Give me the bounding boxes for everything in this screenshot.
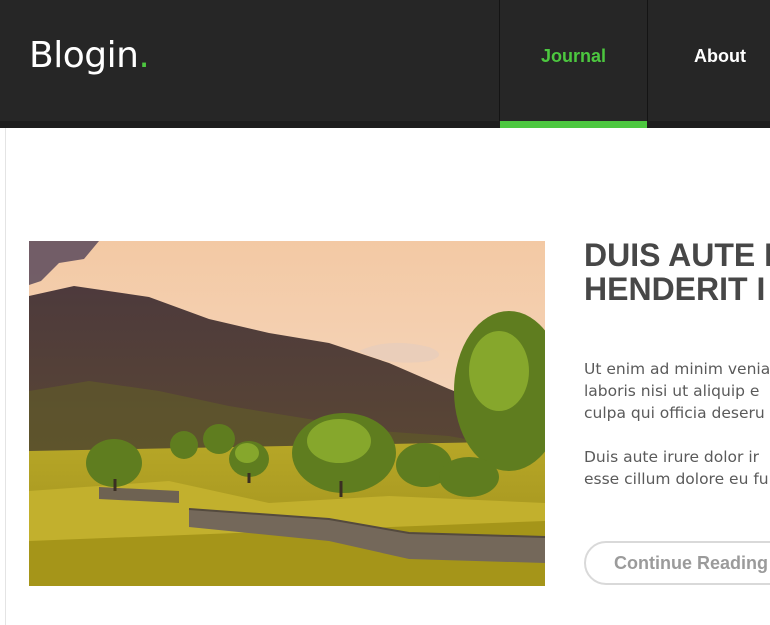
content-left-rule	[5, 128, 6, 625]
post-excerpt-paragraph: Duis aute irure dolor ir esse cillum dol…	[584, 448, 769, 488]
site-header: Blogin. Journal About	[0, 0, 770, 121]
landscape-photo	[29, 241, 545, 586]
logo-text: Blogin	[29, 35, 139, 76]
logo-dot: .	[138, 35, 150, 76]
post-featured-image[interactable]	[29, 241, 545, 586]
post-title[interactable]: DUIS AUTE I HENDERIT I	[584, 238, 770, 306]
nav-item-about[interactable]: About	[648, 0, 770, 121]
site-logo[interactable]: Blogin.	[29, 30, 150, 82]
nav-active-indicator	[500, 121, 647, 128]
post-excerpt-paragraph: Ut enim ad minim venia laboris nisi ut a…	[584, 360, 770, 422]
continue-reading-button[interactable]: Continue Reading	[584, 541, 770, 585]
header-bottom-strip	[0, 121, 770, 128]
nav-item-journal[interactable]: Journal	[500, 0, 647, 121]
